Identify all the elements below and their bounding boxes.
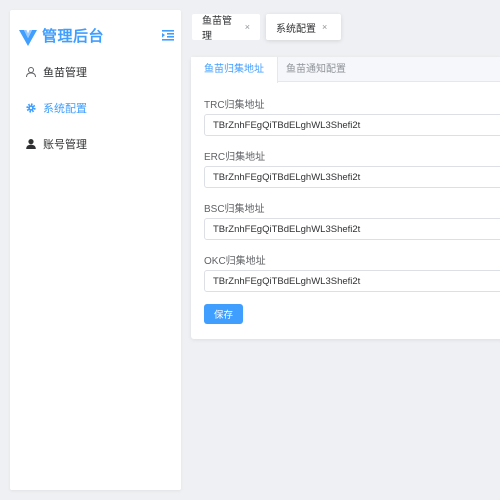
brand-title: 管理后台: [42, 28, 105, 45]
sidebar-item-system-config[interactable]: 系统配置: [10, 90, 181, 126]
save-button[interactable]: 保存: [204, 304, 243, 324]
card-tab-strip: 鱼苗归集地址 鱼苗通知配置: [191, 57, 500, 83]
sidebar-item-label: 账号管理: [43, 139, 87, 151]
close-icon[interactable]: ×: [322, 22, 327, 32]
tab-bar: 鱼苗管理 × 系统配置 ×: [190, 10, 500, 42]
sidebar-item-label: 系统配置: [43, 103, 87, 115]
gear-icon: [25, 102, 37, 114]
tab-label: 系统配置: [276, 23, 316, 35]
erc-address-input[interactable]: [204, 166, 500, 188]
tab-fry-management[interactable]: 鱼苗管理 ×: [192, 14, 260, 42]
bsc-address-label: BSC归集地址: [204, 204, 265, 215]
trc-address-input[interactable]: [204, 114, 500, 136]
sidebar-item-fry-management[interactable]: 鱼苗管理: [10, 54, 181, 90]
sidebar: 管理后台 鱼苗管理 系统配置 账号管理: [10, 10, 181, 490]
tab-fry-collection-address[interactable]: 鱼苗归集地址: [191, 57, 278, 83]
okc-address-label: OKC归集地址: [204, 256, 266, 267]
menu-fold-icon[interactable]: [161, 28, 175, 42]
sidebar-menu: 鱼苗管理 系统配置 账号管理: [10, 54, 181, 162]
tab-system-config[interactable]: 系统配置 ×: [266, 14, 341, 40]
erc-address-label: ERC归集地址: [204, 152, 266, 163]
okc-address-input[interactable]: [204, 270, 500, 292]
close-icon[interactable]: ×: [245, 22, 250, 32]
user-outline-icon: [25, 66, 37, 78]
config-card: 鱼苗归集地址 鱼苗通知配置 TRC归集地址 ERC归集地址 BSC归集地址 OK…: [191, 57, 500, 339]
bsc-address-input[interactable]: [204, 218, 500, 240]
user-filled-icon: [25, 138, 37, 150]
trc-address-label: TRC归集地址: [204, 100, 265, 111]
v-logo-icon: [18, 27, 38, 47]
tab-label: 鱼苗管理: [202, 16, 232, 42]
brand: 管理后台: [18, 26, 104, 48]
sidebar-item-account-management[interactable]: 账号管理: [10, 126, 181, 162]
tab-fry-notification-config[interactable]: 鱼苗通知配置: [273, 57, 359, 82]
sidebar-item-label: 鱼苗管理: [43, 67, 87, 79]
